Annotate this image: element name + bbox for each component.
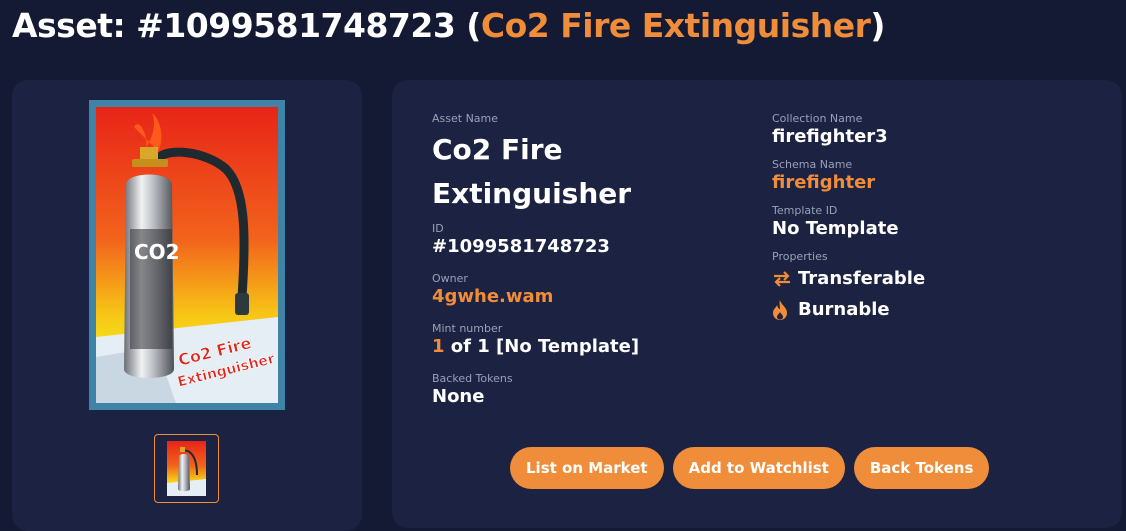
mint-number-label: Mint number	[432, 322, 503, 335]
asset-main-image[interactable]: CO2 Co2 Fire Extinguisher	[89, 100, 285, 410]
thumbnail-image	[167, 441, 206, 496]
schema-name-label: Schema Name	[772, 158, 853, 171]
details-right-column: Collection Name firefighter3 Schema Name…	[772, 112, 1092, 330]
title-asset-name: Co2 Fire Extinguisher	[480, 6, 871, 45]
page-title: Asset: #1099581748723 (Co2 Fire Extingui…	[12, 6, 885, 45]
asset-name-label: Asset Name	[432, 112, 499, 125]
action-buttons: List on Market Add to Watchlist Back Tok…	[510, 447, 990, 489]
collection-name-value: firefighter3	[772, 126, 888, 147]
fire-extinguisher-image: CO2 Co2 Fire Extinguisher	[96, 107, 278, 403]
flame-icon	[772, 300, 794, 320]
properties-label: Properties	[772, 250, 828, 263]
id-value: #1099581748723	[432, 236, 610, 257]
owner-label: Owner	[432, 272, 468, 285]
backed-tokens-value: None	[432, 386, 485, 407]
asset-thumbnail[interactable]	[154, 434, 219, 503]
schema-name-link[interactable]: firefighter	[772, 172, 1092, 194]
mint-number-rest: of 1 [No Template]	[444, 336, 640, 357]
image-card: CO2 Co2 Fire Extinguisher	[12, 80, 362, 531]
title-suffix: )	[870, 6, 885, 45]
back-tokens-button[interactable]: Back Tokens	[853, 447, 990, 489]
id-label: ID	[432, 222, 444, 235]
backed-tokens-label: Backed Tokens	[432, 372, 513, 385]
mint-number: 1	[432, 336, 445, 357]
property-burnable: Burnable	[772, 299, 1092, 321]
asset-name-value: Co2 Fire Extinguisher	[432, 133, 632, 210]
asset-details-card: Asset Name Co2 Fire Extinguisher ID #109…	[392, 80, 1122, 528]
list-on-market-button[interactable]: List on Market	[510, 447, 664, 489]
details-left-column: Asset Name Co2 Fire Extinguisher ID #109…	[432, 112, 752, 422]
transfer-arrows-icon	[772, 271, 794, 287]
title-prefix: Asset: #1099581748723 (	[12, 6, 481, 45]
template-id-value: No Template	[772, 218, 899, 239]
property-transferable: Transferable	[772, 268, 1092, 290]
template-id-label: Template ID	[772, 204, 838, 217]
property-burnable-label: Burnable	[798, 299, 890, 320]
owner-link[interactable]: 4gwhe.wam	[432, 286, 752, 308]
property-transferable-label: Transferable	[798, 268, 926, 289]
collection-name-label: Collection Name	[772, 112, 863, 125]
mint-number-value: 1 of 1 [No Template]	[432, 336, 752, 358]
co2-label: CO2	[134, 240, 180, 264]
add-to-watchlist-button[interactable]: Add to Watchlist	[672, 447, 845, 489]
